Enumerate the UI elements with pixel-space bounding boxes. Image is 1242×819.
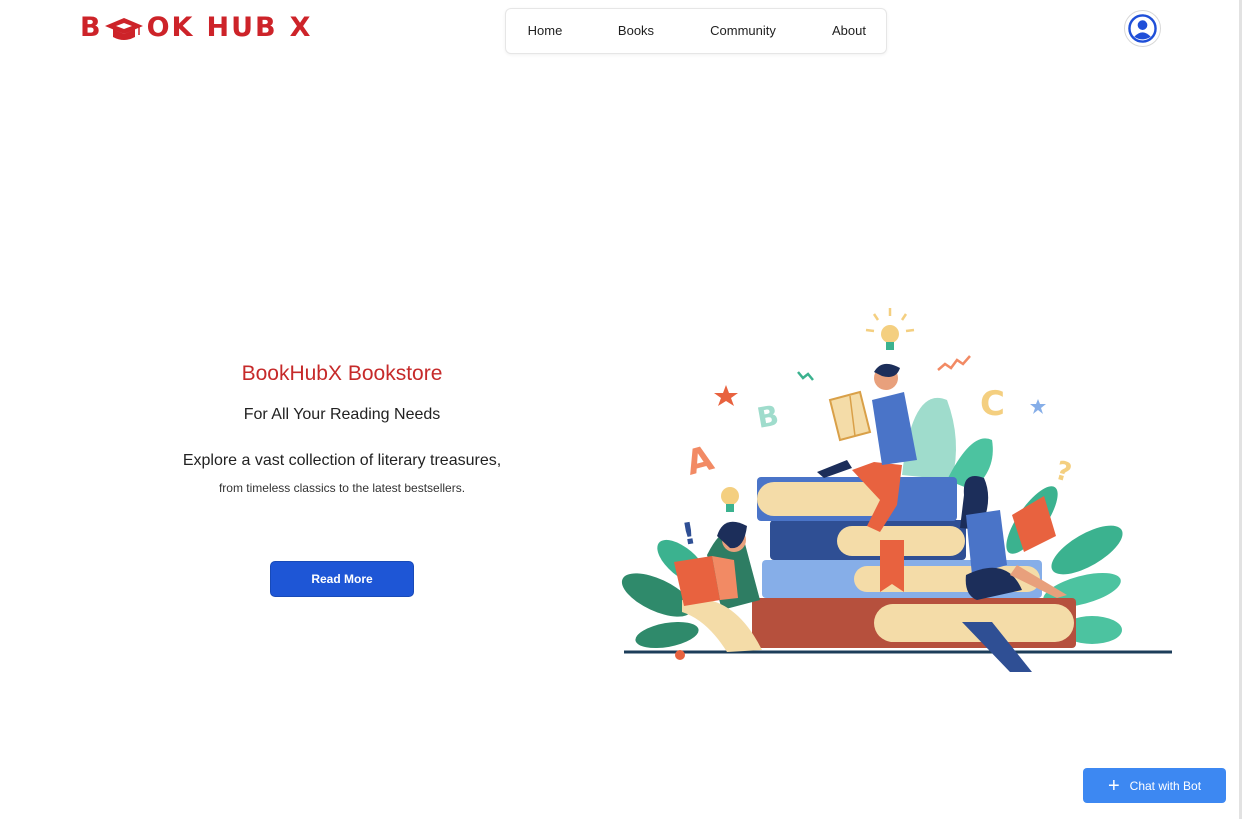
chat-with-bot-button[interactable]: + Chat with Bot bbox=[1083, 768, 1226, 803]
plus-icon: + bbox=[1107, 774, 1120, 797]
read-more-button[interactable]: Read More bbox=[270, 561, 414, 597]
logo-letters-ok: OK bbox=[146, 12, 195, 43]
chat-with-bot-label: Chat with Bot bbox=[1129, 778, 1202, 793]
nav-about[interactable]: About bbox=[832, 23, 866, 38]
nav-community[interactable]: Community bbox=[710, 23, 776, 38]
svg-text:B: B bbox=[754, 399, 781, 435]
brand-logo[interactable]: B OK HUB X bbox=[80, 12, 312, 44]
hero-title: BookHubX Bookstore bbox=[241, 362, 443, 385]
hero-subtitle: For All Your Reading Needs bbox=[243, 406, 441, 423]
logo-letter-x: X bbox=[289, 12, 313, 43]
svg-text:A: A bbox=[682, 438, 718, 484]
logo-word-hub: HUB bbox=[206, 12, 278, 43]
svg-text:C: C bbox=[980, 384, 1005, 424]
graduation-cap-icon bbox=[104, 13, 144, 43]
page: B OK HUB X Home Books Community About Bo… bbox=[0, 0, 1242, 819]
main-nav: Home Books Community About bbox=[505, 8, 887, 54]
logo-letter-b: B bbox=[80, 12, 103, 43]
user-avatar-button[interactable] bbox=[1124, 10, 1161, 47]
svg-text:?: ? bbox=[1052, 456, 1074, 489]
user-avatar-icon bbox=[1128, 14, 1157, 43]
nav-home[interactable]: Home bbox=[528, 23, 563, 38]
hero-description-line1: Explore a vast collection of literary tr… bbox=[182, 452, 502, 469]
hero-description-line2: from timeless classics to the latest bes… bbox=[218, 481, 466, 495]
nav-books[interactable]: Books bbox=[618, 23, 654, 38]
people-reading-on-books-illustration: A B C ? ! bbox=[612, 300, 1178, 680]
hero-section: BookHubX Bookstore For All Your Reading … bbox=[142, 358, 542, 495]
